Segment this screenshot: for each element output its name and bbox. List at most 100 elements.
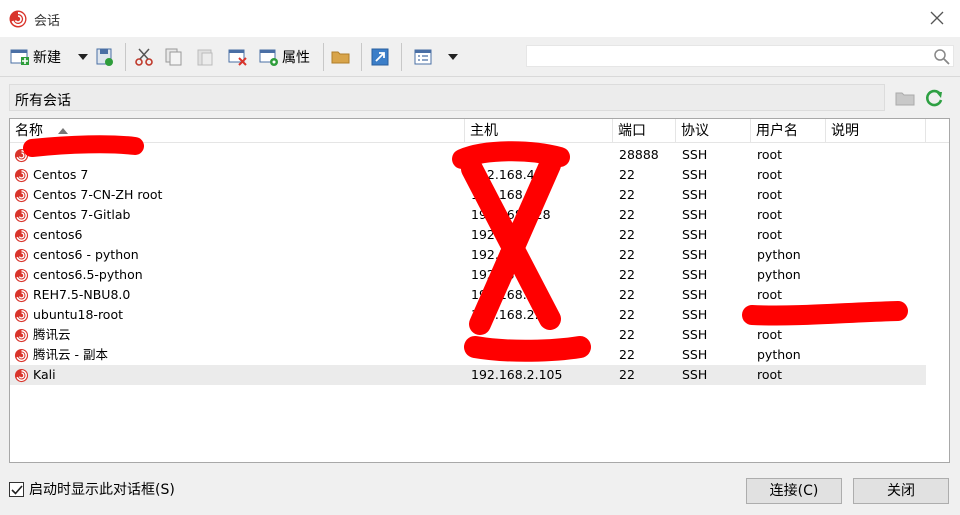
column-header-port[interactable]: 端口 [613, 119, 676, 143]
search-input[interactable] [526, 45, 954, 67]
session-description [832, 365, 922, 385]
session-icon [14, 188, 29, 202]
delete-button[interactable] [228, 45, 248, 69]
session-name-cell: centos6.5-python [14, 265, 464, 285]
column-header-host[interactable]: 主机 [465, 119, 613, 143]
sort-ascending-icon [58, 128, 68, 134]
session-port: 22 [619, 167, 635, 182]
view-icon [414, 49, 432, 65]
session-port: 22 [619, 207, 635, 222]
toolbar-separator [125, 43, 126, 71]
session-port: 22 [619, 227, 635, 242]
connect-button[interactable]: 连接(C) [746, 478, 842, 504]
session-host: 192.15 [471, 267, 515, 282]
session-row[interactable]: Centos 7 192.168.47 22 SSH root [10, 165, 926, 185]
session-name-cell: Kali [14, 365, 464, 385]
session-user: root [757, 367, 783, 382]
refresh-icon[interactable] [923, 87, 945, 109]
column-header-protocol[interactable]: 协议 [676, 119, 751, 143]
search-icon[interactable] [933, 48, 950, 65]
session-row[interactable]: ubuntu18-root 192.168.2. 22 SSH [10, 305, 926, 325]
session-row[interactable]: REH7.5-NBU8.0 192.168. 22 SSH root [10, 285, 926, 305]
session-description [832, 305, 922, 325]
session-row[interactable]: centos6 192.129 22 SSH root [10, 225, 926, 245]
session-user: root [757, 147, 783, 162]
session-description [832, 185, 922, 205]
close-button[interactable]: 关闭 [853, 478, 949, 504]
session-protocol: SSH [682, 247, 708, 262]
view-dropdown-arrow-icon[interactable] [448, 54, 458, 60]
session-port: 22 [619, 347, 635, 362]
session-description [832, 285, 922, 305]
new-session-icon [10, 49, 29, 65]
session-host: 192.168.2. [471, 307, 539, 322]
session-user: root [757, 187, 783, 202]
session-host [471, 345, 616, 365]
session-description [832, 345, 922, 365]
column-header-user[interactable]: 用户名 [751, 119, 826, 143]
new-dropdown-arrow-icon[interactable] [78, 54, 88, 60]
session-host: 192.168.2 [471, 187, 535, 202]
session-name: Centos 7-Gitlab [33, 207, 131, 222]
session-row[interactable]: centos6.5-python 192.15 22 SSH python [10, 265, 926, 285]
session-name-cell [14, 145, 464, 165]
session-app-icon [9, 10, 27, 28]
save-session-button[interactable] [95, 45, 115, 69]
session-row[interactable]: 腾讯云 - 副本 22 SSH python [10, 345, 926, 365]
session-host [471, 145, 616, 165]
open-folder-button[interactable] [331, 45, 351, 69]
session-list: 名称 主机 端口 协议 用户名 说明 28888 SSH root Centos 7 1… [9, 118, 950, 463]
session-host: 192.168.47 [471, 167, 543, 182]
session-row[interactable]: 28888 SSH root [10, 145, 926, 165]
paste-button[interactable] [195, 45, 215, 69]
copy-button[interactable] [164, 45, 184, 69]
shortcut-button[interactable] [370, 45, 390, 69]
session-description [832, 265, 922, 285]
session-host [471, 325, 616, 345]
session-user: python [757, 267, 801, 282]
toolbar-separator [323, 43, 324, 71]
session-name: 腾讯云 [33, 327, 71, 342]
column-header-name[interactable]: 名称 [10, 119, 465, 143]
session-name-cell: REH7.5-NBU8.0 [14, 285, 464, 305]
session-icon [14, 228, 29, 242]
session-row[interactable]: 腾讯云 22 SSH root [10, 325, 926, 345]
session-name: centos6 [33, 227, 83, 242]
copy-icon [165, 48, 182, 66]
session-icon [14, 168, 29, 182]
session-row[interactable]: Centos 7-CN-ZH root 192.168.2 22 SSH root [10, 185, 926, 205]
properties-button[interactable]: 属性 [259, 45, 310, 69]
session-path: 所有会话 [15, 93, 71, 109]
close-icon[interactable] [928, 9, 946, 27]
checkbox-box[interactable] [9, 481, 24, 497]
session-user: python [757, 347, 801, 362]
column-header-description[interactable]: 说明 [826, 119, 926, 143]
session-protocol: SSH [682, 227, 708, 242]
session-name: 腾讯云 - 副本 [33, 347, 108, 362]
view-button[interactable] [413, 45, 433, 69]
session-protocol: SSH [682, 207, 708, 222]
session-protocol: SSH [682, 267, 708, 282]
folder-up-icon[interactable] [894, 87, 916, 109]
show-on-startup-checkbox[interactable]: 启动时显示此对话框(S) [9, 479, 175, 499]
session-name-cell: centos6 - python [14, 245, 464, 265]
toolbar-separator [361, 43, 362, 71]
session-row[interactable]: centos6 - python 192.129 22 SSH python [10, 245, 926, 265]
session-name-cell: Centos 7 [14, 165, 464, 185]
session-port: 22 [619, 327, 635, 342]
session-row[interactable]: Kali 192.168.2.105 22 SSH root [10, 365, 926, 385]
session-host: 192.168. [471, 287, 527, 302]
session-host: 192.168.2.105 [471, 367, 563, 382]
open-folder-icon [331, 51, 350, 64]
new-session-button[interactable]: 新建 [10, 45, 61, 69]
cut-button[interactable] [134, 45, 154, 69]
session-icon [14, 208, 29, 222]
session-host: 192.129 [471, 227, 523, 242]
session-user: root [757, 167, 783, 182]
session-user: root [757, 287, 783, 302]
session-description [832, 325, 922, 345]
session-user [757, 305, 827, 325]
session-row[interactable]: Centos 7-Gitlab 192.168.128 22 SSH root [10, 205, 926, 225]
session-icon [14, 148, 29, 162]
toolbar-separator [401, 43, 402, 71]
